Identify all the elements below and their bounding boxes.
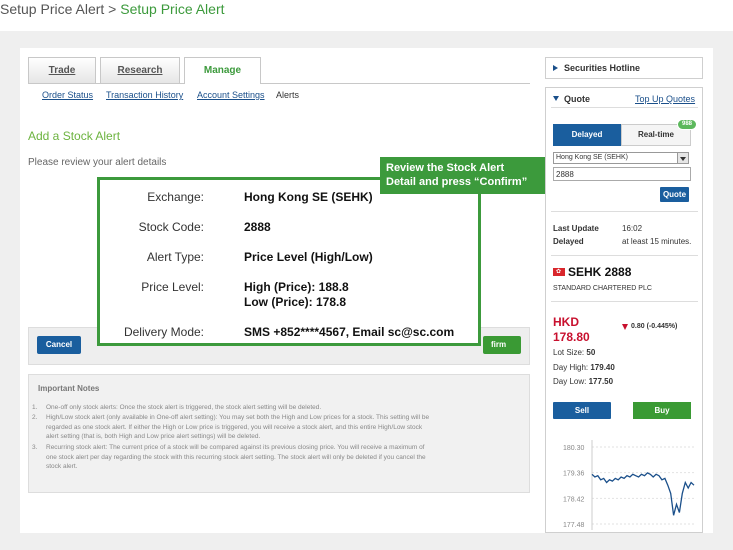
breadcrumb-current: Setup Price Alert bbox=[120, 1, 225, 17]
alert-type-label: Alert Type: bbox=[146, 250, 204, 264]
price-level-low: Low (Price): 178.8 bbox=[244, 295, 347, 309]
day-low-row: Day Low: 177.50 bbox=[553, 377, 613, 386]
intraday-price-chart: 180.30 179.36 178.42 177.48 bbox=[563, 440, 695, 530]
price-change: 0.80 (-0.445%) bbox=[631, 323, 678, 330]
section-title: Add a Stock Alert bbox=[28, 129, 121, 143]
chevron-down-icon bbox=[680, 157, 686, 161]
subnav-account-settings[interactable]: Account Settings bbox=[197, 90, 265, 100]
top-up-quotes-link[interactable]: Top Up Quotes bbox=[635, 94, 695, 104]
price-level-high: High (Price): 188.8 bbox=[244, 280, 349, 294]
subnav-alerts[interactable]: Alerts bbox=[276, 90, 299, 100]
company-name: STANDARD CHARTERED PLC bbox=[553, 285, 652, 292]
lot-size-row: Lot Size: 50 bbox=[553, 348, 595, 357]
last-update-label: Last Update bbox=[553, 224, 599, 233]
securities-hotline-title[interactable]: Securities Hotline bbox=[564, 63, 640, 73]
flag-star-icon: ✿ bbox=[556, 269, 562, 275]
day-high-row: Day High: 179.40 bbox=[553, 363, 615, 372]
realtime-badge: 988 bbox=[677, 119, 697, 130]
delayed-value: at least 15 minutes. bbox=[622, 237, 692, 246]
note-line: stock alert. bbox=[46, 463, 78, 470]
review-text: Please review your alert details bbox=[28, 157, 167, 168]
chart-price-line bbox=[591, 472, 695, 516]
exchange-select-value: Hong Kong SE (SEHK) bbox=[556, 154, 628, 161]
divider bbox=[551, 107, 698, 108]
day-low-value: 177.50 bbox=[588, 377, 614, 386]
callout-hint-line: Review the Stock Alert bbox=[386, 162, 505, 174]
day-high-label: Day High: bbox=[553, 363, 589, 372]
lot-size-label: Lot Size: bbox=[553, 348, 585, 357]
tab-manage[interactable]: Manage bbox=[184, 57, 261, 84]
exchange-label: Exchange: bbox=[147, 190, 204, 204]
delayed-label: Delayed bbox=[553, 237, 584, 246]
delayed-toggle[interactable]: Delayed bbox=[553, 124, 621, 146]
last-update-value: 16:02 bbox=[622, 224, 643, 233]
chart-y-tick-label: 178.42 bbox=[563, 496, 585, 503]
currency: HKD bbox=[553, 315, 579, 329]
buy-button[interactable]: Buy bbox=[633, 402, 691, 419]
expand-arrow-icon bbox=[553, 65, 558, 71]
sell-button[interactable]: Sell bbox=[553, 402, 611, 419]
note-number: 2. bbox=[32, 414, 38, 421]
stock-code-input-value: 2888 bbox=[556, 170, 574, 179]
note-line: alert setting (that is, both High and Lo… bbox=[46, 433, 261, 440]
quote-title: Quote bbox=[564, 94, 590, 104]
screen: Setup Price Alert > Setup Price Alert Tr… bbox=[0, 0, 733, 550]
stock-title: SEHK 2888 bbox=[568, 265, 632, 279]
note-number: 1. bbox=[32, 404, 38, 411]
notes-title: Important Notes bbox=[38, 384, 100, 393]
exchange-value: Hong Kong SE (SEHK) bbox=[244, 190, 373, 204]
note-number: 3. bbox=[32, 444, 38, 451]
subnav-transaction-history[interactable]: Transaction History bbox=[106, 90, 183, 100]
divider bbox=[551, 255, 698, 256]
note-line: High/Low stock alert (only available in … bbox=[46, 414, 430, 421]
tab-underline bbox=[28, 83, 530, 84]
delivery-mode-value: SMS +852****4567, Email sc@sc.com bbox=[244, 325, 455, 339]
collapse-arrow-icon bbox=[553, 96, 559, 101]
breadcrumb-parent: Setup Price Alert > bbox=[0, 1, 121, 17]
note-line: Recurring stock alert: The current price… bbox=[46, 444, 425, 451]
stock-code-label: Stock Code: bbox=[138, 220, 204, 234]
note-line: regarded as one stock alert. If either t… bbox=[46, 423, 423, 431]
note-line: one stock alert per day regarding the st… bbox=[46, 453, 426, 461]
stock-code-value: 2888 bbox=[244, 220, 271, 234]
divider bbox=[551, 301, 698, 302]
note-line: One-off only stock alerts: Once the stoc… bbox=[46, 404, 322, 411]
day-low-label: Day Low: bbox=[553, 377, 587, 386]
chart-y-tick-label: 180.30 bbox=[563, 445, 585, 452]
note-item: 2. High/Low stock alert (only available … bbox=[32, 413, 517, 442]
note-item: 3. Recurring stock alert: The current pr… bbox=[32, 443, 517, 472]
quote-button[interactable]: Quote bbox=[660, 187, 689, 202]
alert-type-value: Price Level (High/Low) bbox=[244, 250, 373, 264]
cancel-button[interactable]: Cancel bbox=[37, 336, 81, 354]
note-item: 1. One-off only stock alerts: Once the s… bbox=[32, 403, 517, 413]
lot-size-value: 50 bbox=[586, 348, 596, 357]
callout-hint-line: Detail and press “Confirm” bbox=[386, 176, 528, 188]
delivery-mode-label: Delivery Mode: bbox=[123, 325, 204, 339]
price-level-label: Price Level: bbox=[141, 280, 204, 294]
chart-y-tick-label: 179.36 bbox=[563, 471, 585, 478]
confirm-button[interactable]: firm bbox=[483, 336, 521, 354]
page-breadcrumb: Setup Price Alert > Setup Price Alert bbox=[0, 1, 225, 17]
day-high-value: 179.40 bbox=[590, 363, 615, 372]
callout-hint: Review the Stock Alert Detail and press … bbox=[380, 157, 552, 194]
chart-y-tick-label: 177.48 bbox=[563, 522, 585, 529]
tab-trade[interactable]: Trade bbox=[28, 57, 96, 83]
tab-research[interactable]: Research bbox=[100, 57, 180, 83]
last-price: 178.80 bbox=[553, 330, 590, 344]
subnav-order-status[interactable]: Order Status bbox=[42, 90, 93, 100]
price-down-icon bbox=[622, 324, 628, 330]
divider bbox=[551, 211, 698, 212]
